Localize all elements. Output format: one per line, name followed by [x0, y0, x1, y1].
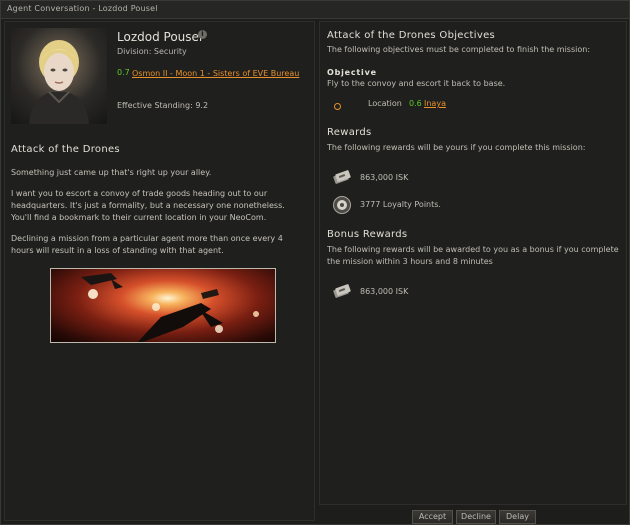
decline-button[interactable]: Decline — [456, 510, 496, 524]
objective-heading: Objective — [327, 68, 377, 77]
reward-text: 863,000 ISK — [360, 173, 409, 182]
agent-standing: Effective Standing: 9.2 — [117, 101, 209, 110]
objective-location-security: 0.6 — [409, 99, 422, 108]
agent-conversation-window: Agent Conversation - Lozdod Pousel Lozdo… — [0, 0, 630, 525]
objective-text: Fly to the convoy and escort it back to … — [327, 79, 506, 88]
objectives-subtitle: The following objectives must be complet… — [327, 45, 591, 54]
isk-icon — [332, 168, 352, 186]
agent-division: Division: Security — [117, 47, 187, 56]
info-icon[interactable]: i — [198, 30, 207, 39]
agent-location-security: 0.7 — [117, 68, 130, 77]
rewards-heading: Rewards — [327, 127, 372, 138]
agent-panel: Lozdod Pousel i Division: Security 0.7 O… — [4, 21, 315, 521]
agent-portrait[interactable] — [11, 28, 107, 124]
location-pin-icon — [334, 103, 341, 110]
mission-paragraph: I want you to escort a convoy of trade g… — [11, 189, 285, 222]
bonus-rewards-heading: Bonus Rewards — [327, 229, 408, 240]
objective-location-label: Location — [368, 99, 402, 108]
bonus-rewards-subtitle: The following rewards will be awarded to… — [327, 245, 619, 266]
mission-image — [50, 268, 276, 343]
window-titlebar[interactable]: Agent Conversation - Lozdod Pousel — [1, 1, 629, 19]
accept-button[interactable]: Accept — [412, 510, 453, 524]
objective-location-link[interactable]: Inaya — [424, 99, 446, 108]
reward-text: 3777 Loyalty Points. — [360, 200, 441, 209]
window-title: Agent Conversation - Lozdod Pousel — [7, 4, 158, 13]
loyalty-points-icon — [332, 195, 352, 214]
delay-button[interactable]: Delay — [499, 510, 536, 524]
rewards-subtitle: The following rewards will be yours if y… — [327, 143, 586, 152]
objectives-title: Attack of the Drones Objectives — [327, 30, 496, 41]
mission-paragraph: Declining a mission from a particular ag… — [11, 234, 283, 255]
isk-icon — [332, 282, 352, 300]
agent-location-link[interactable]: Osmon II - Moon 1 - Sisters of EVE Burea… — [132, 68, 312, 80]
mission-title: Attack of the Drones — [11, 144, 120, 155]
bonus-reward-text: 863,000 ISK — [360, 287, 409, 296]
mission-paragraph: Something just came up that's right up y… — [11, 168, 212, 177]
agent-name: Lozdod Pousel — [117, 30, 203, 44]
mission-details-panel: Attack of the Drones Objectives The foll… — [319, 21, 627, 505]
